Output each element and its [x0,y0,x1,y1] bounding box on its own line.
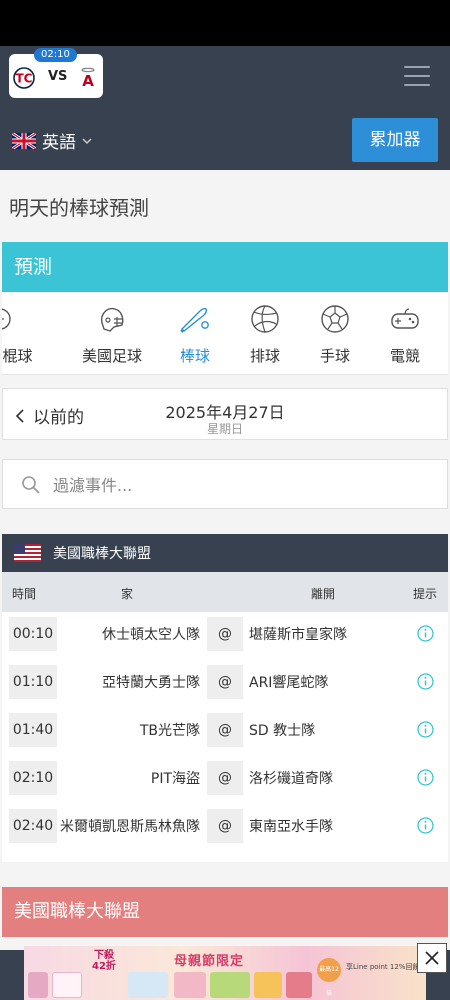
col-home: 家 [121,587,134,601]
search-input[interactable] [53,472,433,498]
tab-volleyball[interactable]: 排球 [242,303,288,373]
away-team: 堪薩斯市皇家隊 [249,627,347,643]
game-time: 02:10 [9,761,57,795]
tab-label: 排球 [249,347,280,365]
info-icon[interactable] [417,673,434,690]
ad-banner[interactable]: 下殺 42折 母親節限定 最高12倍 享Line point 12%回饋 [24,946,426,1000]
tab-label: 棒球 [179,347,210,365]
twins-logo-icon: TC [13,67,35,89]
close-icon [425,951,439,965]
ad-product-image [128,972,168,998]
tab-hockey[interactable]: 曲棍球 [2,303,40,373]
tab-esports[interactable]: 電競 [382,303,428,373]
ad-product-image [210,972,250,998]
language-selector[interactable]: 英語 [12,128,92,153]
tab-baseball[interactable]: 棒球 [172,303,218,373]
ad-badge: 最高12倍 [317,958,341,997]
second-league-header[interactable]: 美國職棒大聯盟 [2,887,448,937]
svg-text:TC: TC [16,72,33,86]
away-team: 洛杉磯道奇隊 [249,771,333,787]
football-helmet-icon [100,307,124,332]
away-team: 東南亞水手隊 [249,819,333,835]
sports-tab-bar[interactable]: 曲棍球 美國足球 棒球 排球 手球 [2,293,448,375]
accumulator-button[interactable]: 累加器 [352,118,438,162]
ad-promo-text: 享Line point 12%回饋 [346,963,420,971]
current-weekday: 星期日 [206,422,243,436]
game-time: 01:40 [9,713,57,747]
info-icon[interactable] [417,625,434,642]
search-icon [22,476,40,494]
svg-text:A: A [82,72,94,89]
tab-label: 曲棍球 [2,347,33,365]
tab-label: 手球 [319,347,350,365]
match-time-badge: 02:10 [34,48,77,62]
league-name: 美國職棒大聯盟 [53,546,151,562]
language-bar: 英語 累加器 [0,106,450,170]
top-header: 02:10 TC VS A [0,46,450,106]
table-row[interactable]: 02:10 PIT海盜 @ 洛杉磯道奇隊 [2,756,448,800]
col-away: 離開 [311,587,336,601]
predictions-header: 預測 [2,242,448,292]
info-icon[interactable] [417,817,434,834]
game-time: 01:10 [9,665,57,699]
info-icon[interactable] [417,721,434,738]
tab-handball[interactable]: 手球 [312,303,358,373]
col-tips: 提示 [413,587,438,601]
volleyball-icon [251,305,279,333]
home-team: 亞特蘭大勇士隊 [102,675,200,691]
ad-product-image [174,972,206,998]
away-team: ARI響尾蛇隊 [249,675,329,691]
at-separator: @ [207,809,243,843]
ad-discount-text: 下殺 42折 [92,950,116,972]
game-time: 02:40 [9,809,57,843]
home-team: 休士頓太空人隊 [102,627,200,643]
event-filter [2,459,448,509]
angels-logo-icon: A [81,67,95,89]
tab-american-football[interactable]: 美國足球 [75,303,149,373]
league-header[interactable]: 美國職棒大聯盟 [2,534,448,572]
tab-label: 美國足球 [81,347,142,365]
table-row[interactable]: 01:40 TB光芒隊 @ SD 教士隊 [2,708,448,752]
ad-close-button[interactable] [417,943,447,973]
ad-product-image [52,972,82,998]
ad-product-image [254,972,282,998]
hockey-icon [2,308,11,330]
at-separator: @ [207,617,243,651]
home-team: PIT海盜 [150,771,200,787]
ad-headline: 母親節限定 [174,954,245,969]
handball-icon [321,305,349,333]
us-flag-icon [14,544,41,562]
uk-flag-icon [12,132,36,149]
hamburger-menu-icon[interactable] [404,66,430,86]
games-table-header: 時間 家 離開 提示 [2,572,448,612]
at-separator: @ [207,761,243,795]
chevron-down-icon [82,137,92,144]
live-match-chip[interactable]: 02:10 TC VS A [9,48,103,98]
table-row[interactable]: 00:10 休士頓太空人隊 @ 堪薩斯市皇家隊 [2,612,448,656]
away-team: SD 教士隊 [249,723,316,739]
page-title: 明天的棒球預測 [9,196,149,220]
at-separator: @ [207,713,243,747]
game-time: 00:10 [9,617,57,651]
table-row[interactable]: 02:40 米爾頓凱恩斯馬林魚隊 @ 東南亞水手隊 [2,804,448,848]
vs-label: VS [48,69,68,84]
home-team: 米爾頓凱恩斯馬林魚隊 [60,819,200,835]
language-label: 英語 [42,133,76,153]
gamepad-icon [391,308,419,329]
at-separator: @ [207,665,243,699]
date-navigation: 以前的 2025年4月27日 星期日 [2,388,448,440]
col-time: 時間 [12,587,37,601]
status-bar [0,0,450,46]
tab-label: 電競 [389,347,420,365]
ad-product-image [286,972,312,998]
games-table: 00:10 休士頓太空人隊 @ 堪薩斯市皇家隊 01:10 亞特蘭大勇士隊 @ … [2,612,448,862]
home-team: TB光芒隊 [139,723,200,739]
baseball-bat-icon [180,307,209,333]
table-row[interactable]: 01:10 亞特蘭大勇士隊 @ ARI響尾蛇隊 [2,660,448,704]
info-icon[interactable] [417,769,434,786]
ad-product-image [28,972,48,998]
